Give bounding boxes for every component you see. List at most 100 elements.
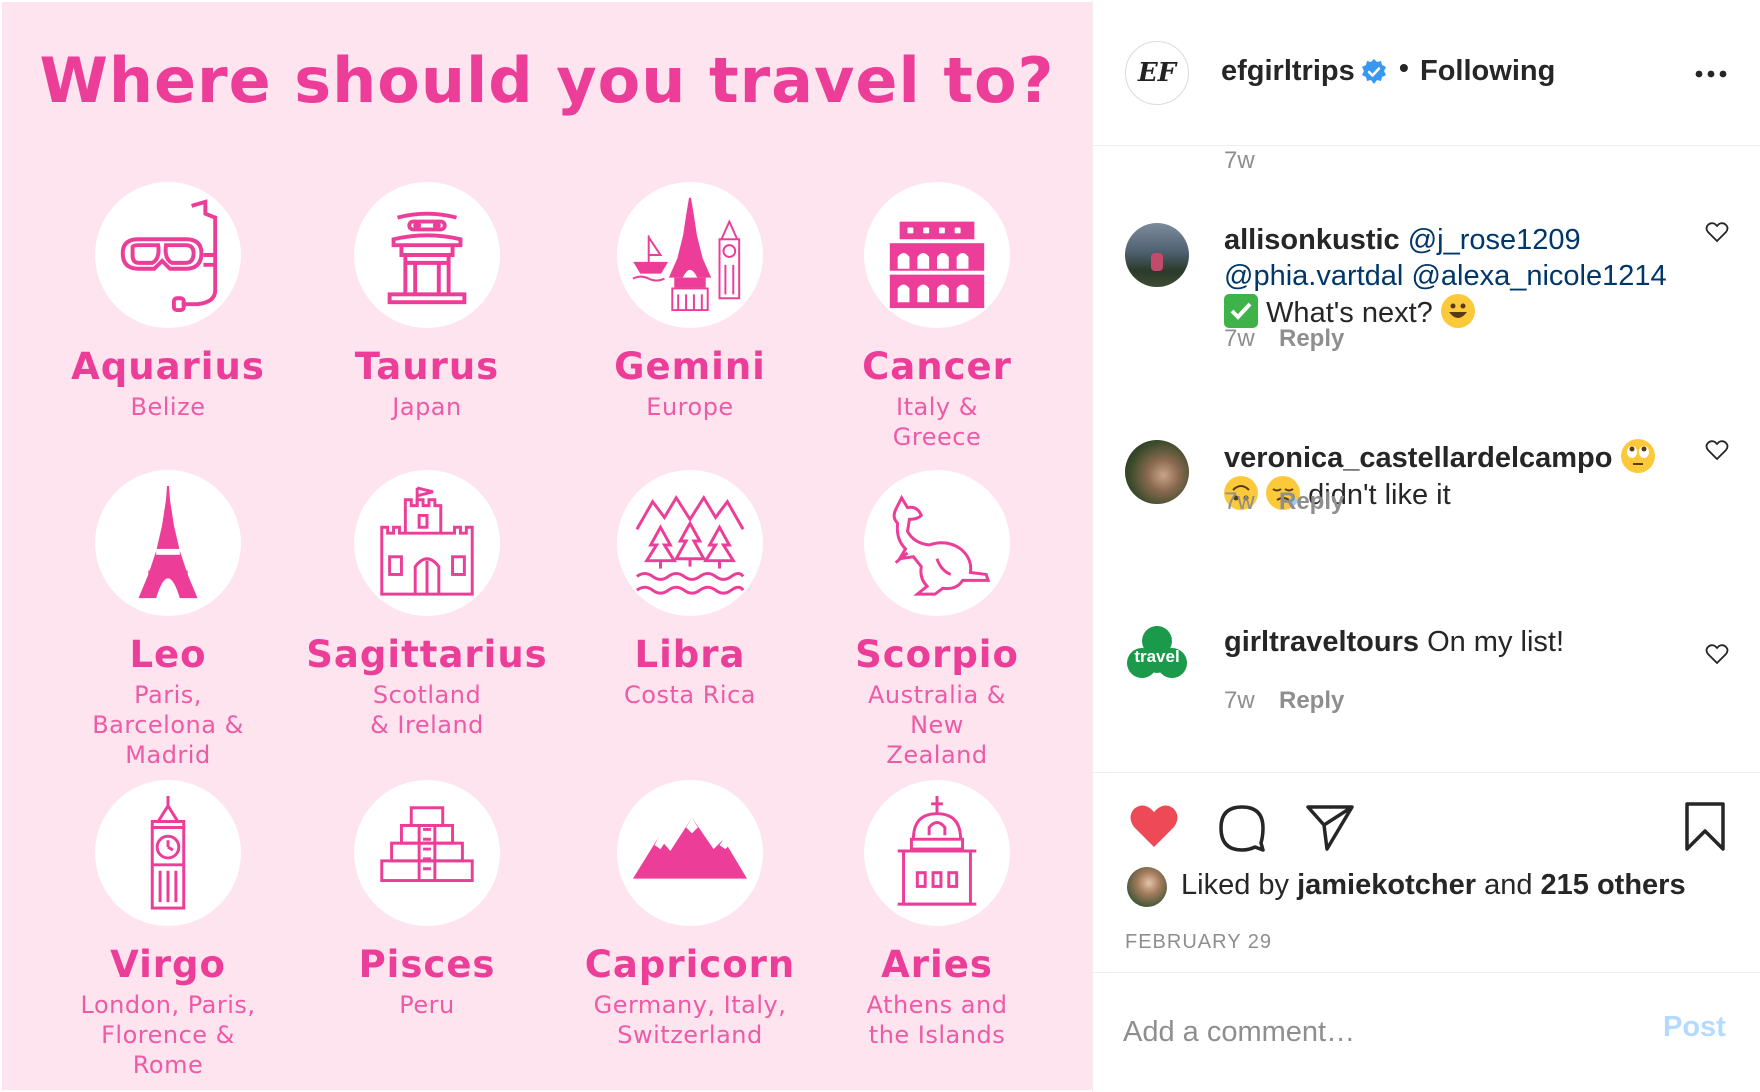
comment-username[interactable]: girltraveltours [1224, 626, 1419, 658]
instagram-post-window: Where should you travel to? Aquarius Bel… [0, 0, 1760, 1092]
save-bookmark-icon[interactable] [1683, 801, 1727, 853]
liker-username[interactable]: jamiekotcher [1297, 869, 1476, 901]
like-comment-heart-icon[interactable] [1705, 221, 1729, 243]
verified-badge-icon [1362, 59, 1386, 84]
sign-name: Scorpio [855, 633, 1019, 676]
big-ben-icon [95, 780, 241, 926]
sign-gemini: Gemini Europe [565, 182, 815, 422]
liker-avatar[interactable] [1127, 867, 1167, 907]
sign-destination: Paris, Barcelona & Madrid [92, 681, 244, 769]
post-header: EF efgirltrips • Following [1093, 0, 1760, 146]
sign-destination: Scotland & Ireland [370, 681, 484, 739]
add-comment-bar: Post [1093, 972, 1760, 1092]
sign-cancer: Cancer Italy & Greece [812, 182, 1062, 452]
sign-name: Aquarius [71, 345, 265, 388]
sign-capricorn: Capricorn Germany, Italy, Switzerland [565, 780, 815, 1050]
more-options-icon[interactable] [1691, 68, 1731, 80]
likes-prefix: Liked by [1181, 869, 1290, 901]
eye-roll-emoji-icon [1620, 439, 1655, 473]
mountains-icon [617, 780, 763, 926]
mention-link[interactable]: @phia.vartdal [1224, 260, 1403, 292]
sign-destination: Australia & New Zealand [867, 681, 1006, 769]
sign-taurus: Taurus Japan [302, 182, 552, 422]
eiffel-tower-icon [95, 470, 241, 616]
japanese-gate-icon [354, 182, 500, 328]
sign-aries: Aries Athens and the Islands [812, 780, 1062, 1050]
sign-name: Virgo [110, 943, 226, 986]
comment-text: girltraveltours On my list! [1224, 624, 1684, 660]
commenter-avatar[interactable]: travel [1125, 625, 1189, 689]
comment-username[interactable]: allisonkustic [1224, 224, 1400, 256]
comment-time: 7w [1224, 488, 1255, 515]
sign-destination: Italy & Greece [892, 393, 982, 451]
grinning-face-emoji-icon [1440, 294, 1475, 328]
colosseum-icon [864, 182, 1010, 328]
sign-destination: Europe [646, 393, 734, 421]
commenter-avatar[interactable] [1125, 223, 1189, 287]
like-comment-heart-icon[interactable] [1705, 439, 1729, 461]
comment-time: 7w [1224, 687, 1255, 714]
sign-pisces: Pisces Peru [302, 780, 552, 1020]
sign-libra: Libra Costa Rica [565, 470, 815, 710]
sign-virgo: Virgo London, Paris, Florence & Rome [43, 780, 293, 1080]
europe-landmarks-icon [617, 182, 763, 328]
previous-comment-time: 7w [1224, 147, 1255, 174]
sign-name: Pisces [358, 943, 496, 986]
like-heart-icon[interactable] [1129, 803, 1179, 849]
kangaroo-icon [864, 470, 1010, 616]
comment-username[interactable]: veronica_castellardelcampo [1224, 442, 1612, 474]
sign-name: Taurus [354, 345, 500, 388]
header-username[interactable]: efgirltrips [1221, 55, 1355, 88]
comment-body: On my list! [1427, 626, 1565, 658]
post-date[interactable]: FEBRUARY 29 [1125, 931, 1272, 954]
like-comment-heart-icon[interactable] [1705, 643, 1729, 665]
sign-scorpio: Scorpio Australia & New Zealand [812, 470, 1062, 770]
sign-destination: Belize [130, 393, 206, 421]
mention-link[interactable]: @alexa_nicole1214 [1411, 260, 1666, 292]
sign-leo: Leo Paris, Barcelona & Madrid [43, 470, 293, 770]
poster-title: Where should you travel to? [39, 44, 1055, 117]
likes-others-link[interactable]: 215 others [1541, 869, 1686, 901]
reply-button[interactable]: Reply [1279, 488, 1344, 516]
mention-link[interactable]: @j_rose1209 [1408, 224, 1581, 256]
sign-name: Cancer [862, 345, 1012, 388]
comment-time: 7w [1224, 325, 1255, 352]
sign-sagittarius: Sagittarius Scotland & Ireland [302, 470, 552, 740]
reply-button[interactable]: Reply [1279, 325, 1344, 353]
sign-destination: Germany, Italy, Switzerland [593, 991, 787, 1049]
sign-name: Aries [881, 943, 993, 986]
check-mark-emoji-icon [1224, 294, 1258, 328]
greek-chapel-icon [864, 780, 1010, 926]
profile-avatar[interactable]: EF [1125, 41, 1189, 105]
sign-name: Capricorn [584, 943, 796, 986]
following-button[interactable]: Following [1420, 55, 1555, 88]
comment-bubble-icon[interactable] [1217, 803, 1267, 853]
sign-destination: Athens and the Islands [866, 991, 1008, 1049]
share-send-icon[interactable] [1305, 803, 1355, 851]
commenter-avatar[interactable] [1125, 440, 1189, 504]
comment-input[interactable] [1123, 1007, 1643, 1057]
pyramid-icon [354, 780, 500, 926]
reply-button[interactable]: Reply [1279, 687, 1344, 715]
post-comment-button[interactable]: Post [1663, 1011, 1726, 1044]
header-separator: • [1399, 52, 1409, 83]
sign-name: Libra [634, 633, 746, 676]
sign-destination: Japan [392, 393, 462, 421]
sign-destination: Costa Rica [624, 681, 756, 709]
avatar-logo-text: EF [1137, 58, 1177, 88]
sign-destination: London, Paris, Florence & Rome [80, 991, 256, 1079]
forest-icon [617, 470, 763, 616]
comments-list: 7w allisonkustic @j_rose1209 @phia.vartd… [1093, 147, 1760, 772]
post-actions-section: Liked by jamiekotcher and 215 others FEB… [1093, 772, 1760, 972]
comment-text: allisonkustic @j_rose1209 @phia.vartdal … [1224, 222, 1684, 331]
likes-and: and [1484, 869, 1533, 901]
post-image[interactable]: Where should you travel to? Aquarius Bel… [2, 2, 1092, 1090]
snorkel-mask-icon [95, 182, 241, 328]
sign-name: Leo [129, 633, 207, 676]
likes-summary: Liked by jamiekotcher and 215 others [1181, 869, 1686, 902]
avatar-logo-text: travel [1134, 647, 1180, 666]
post-side-panel: EF efgirltrips • Following 7w allisonkus [1092, 0, 1760, 1092]
sign-name: Sagittarius [306, 633, 548, 676]
sign-name: Gemini [614, 345, 766, 388]
castle-icon [354, 470, 500, 616]
